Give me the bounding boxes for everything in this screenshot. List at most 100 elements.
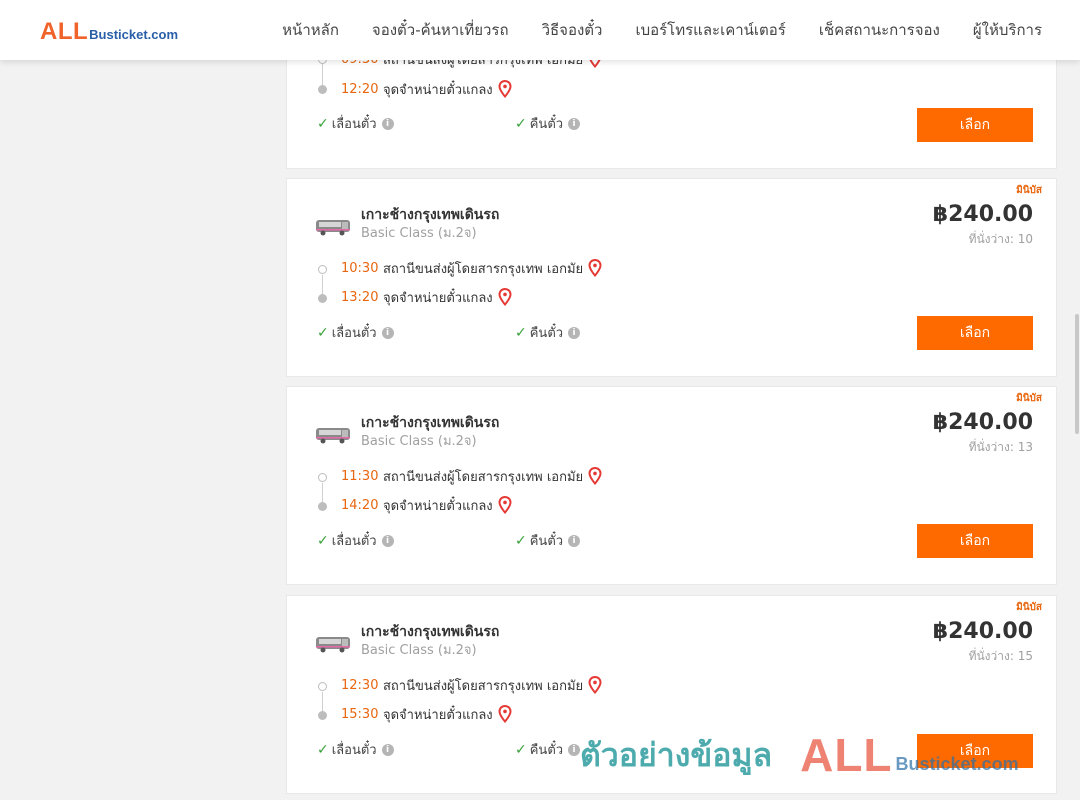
operator-name: เกาะช้างกรุงเทพเดินรถ <box>361 415 500 431</box>
map-pin-icon[interactable] <box>498 80 512 98</box>
feature-refund-ticket: ✓ คืนตั๋ว i <box>515 739 581 760</box>
price-block: ฿240.00 ที่นั่งว่าง: 10 <box>933 199 1033 247</box>
nav-item-booking-status[interactable]: เช็คสถานะการจอง <box>819 18 940 42</box>
departure-place: สถานีขนส่งผู้โดยสารกรุงเทพ เอกมัย <box>383 678 584 694</box>
arrival-dot <box>318 502 327 511</box>
arrival-time: 15:30 <box>341 706 379 722</box>
departure-time: 10:30 <box>341 260 379 276</box>
feature-label: คืนตั๋ว <box>529 326 564 341</box>
nav-item-search-trips[interactable]: จองตั๋ว-ค้นหาเที่ยวรถ <box>372 18 509 42</box>
price-block: ฿240.00 ที่นั่งว่าง: 15 <box>933 616 1033 664</box>
feature-refund-ticket: ✓ คืนตั๋ว i <box>515 113 581 134</box>
operator-name: เกาะช้างกรุงเทพเดินรถ <box>361 624 500 640</box>
feature-change-ticket: ✓ เลื่อนตั๋ว i <box>317 113 394 134</box>
select-trip-button[interactable]: เลือก <box>917 734 1033 768</box>
bus-operator-logo-icon <box>316 220 350 236</box>
departure-row: 12:30 สถานีขนส่งผู้โดยสารกรุงเทพ เอกมัย <box>341 675 602 695</box>
feature-label: เลื่อนตั๋ว <box>331 743 377 758</box>
nav-menu: หน้าหลัก จองตั๋ว-ค้นหาเที่ยวรถ วิธีจองตั… <box>282 0 1042 60</box>
info-icon[interactable]: i <box>381 117 394 130</box>
operator-block: เกาะช้างกรุงเทพเดินรถ Basic Class (ม.2จ) <box>315 413 499 451</box>
info-icon[interactable]: i <box>568 534 581 547</box>
service-class: Basic Class (ม.2จ) <box>361 226 477 241</box>
arrival-time: 13:20 <box>341 289 379 305</box>
ticket-price: ฿240.00 <box>932 202 1033 227</box>
map-pin-icon[interactable] <box>498 705 512 723</box>
top-navbar: ALL Busticket.com หน้าหลัก จองตั๋ว-ค้นหา… <box>0 0 1080 60</box>
arrival-dot <box>318 85 327 94</box>
check-icon: ✓ <box>317 532 329 549</box>
bus-operator-logo-icon <box>316 428 350 444</box>
check-icon: ✓ <box>317 741 329 758</box>
feature-change-ticket: ✓ เลื่อนตั๋ว i <box>317 530 394 551</box>
arrival-row: 12:20 จุดจำหน่ายตั๋วแกลง <box>341 79 512 99</box>
trip-card: มินิบัส เกาะช้างกรุงเทพเดินรถ Basic Clas… <box>286 178 1057 377</box>
check-icon: ✓ <box>317 115 329 132</box>
feature-label: คืนตั๋ว <box>529 534 564 549</box>
map-pin-icon[interactable] <box>498 496 512 514</box>
arrival-place: จุดจำหน่ายตั๋วแกลง <box>383 290 493 306</box>
service-class: Basic Class (ม.2จ) <box>361 434 477 449</box>
nav-item-how-to-book[interactable]: วิธีจองตั๋ว <box>542 18 603 42</box>
logo-domain-text: Busticket.com <box>89 27 179 42</box>
map-pin-icon[interactable] <box>588 259 602 277</box>
departure-dot <box>318 473 327 482</box>
select-trip-button[interactable]: เลือก <box>917 316 1033 350</box>
map-pin-icon[interactable] <box>498 288 512 306</box>
feature-refund-ticket: ✓ คืนตั๋ว i <box>515 322 581 343</box>
info-icon[interactable]: i <box>568 743 581 756</box>
arrival-time: 14:20 <box>341 497 379 513</box>
arrival-time: 12:20 <box>341 81 379 97</box>
check-icon: ✓ <box>515 115 527 132</box>
feature-label: เลื่อนตั๋ว <box>331 117 377 132</box>
select-trip-button[interactable]: เลือก <box>917 524 1033 558</box>
vehicle-type-badge: มินิบัส <box>1016 602 1042 613</box>
feature-refund-ticket: ✓ คืนตั๋ว i <box>515 530 581 551</box>
seats-available: ที่นั่งว่าง: 13 <box>968 440 1033 454</box>
nav-item-contacts[interactable]: เบอร์โทรและเคาน์เตอร์ <box>635 18 785 42</box>
feature-label: คืนตั๋ว <box>529 743 564 758</box>
map-pin-icon[interactable] <box>588 676 602 694</box>
info-icon[interactable]: i <box>568 117 581 130</box>
feature-label: คืนตั๋ว <box>529 117 564 132</box>
departure-dot <box>318 265 327 274</box>
arrival-dot <box>318 711 327 720</box>
vehicle-type-badge: มินิบัส <box>1016 393 1042 404</box>
check-icon: ✓ <box>515 741 527 758</box>
arrival-place: จุดจำหน่ายตั๋วแกลง <box>383 82 493 98</box>
feature-change-ticket: ✓ เลื่อนตั๋ว i <box>317 739 394 760</box>
seats-available: ที่นั่งว่าง: 10 <box>968 232 1033 246</box>
check-icon: ✓ <box>515 324 527 341</box>
select-trip-button[interactable]: เลือก <box>917 108 1033 142</box>
operator-block: เกาะช้างกรุงเทพเดินรถ Basic Class (ม.2จ) <box>315 205 499 243</box>
check-icon: ✓ <box>317 324 329 341</box>
seats-available: ที่นั่งว่าง: 15 <box>968 649 1033 663</box>
scrollbar-thumb[interactable] <box>1075 314 1079 434</box>
check-icon: ✓ <box>515 532 527 549</box>
operator-name: เกาะช้างกรุงเทพเดินรถ <box>361 207 500 223</box>
ticket-price: ฿240.00 <box>932 410 1033 435</box>
info-icon[interactable]: i <box>381 743 394 756</box>
info-icon[interactable]: i <box>381 326 394 339</box>
info-icon[interactable]: i <box>568 326 581 339</box>
logo-all-text: ALL <box>40 18 89 45</box>
bus-operator-logo-icon <box>316 637 350 653</box>
info-icon[interactable]: i <box>381 534 394 547</box>
feature-change-ticket: ✓ เลื่อนตั๋ว i <box>317 322 394 343</box>
site-logo[interactable]: ALL Busticket.com <box>40 18 178 46</box>
vehicle-type-badge: มินิบัส <box>1016 185 1042 196</box>
operator-block: เกาะช้างกรุงเทพเดินรถ Basic Class (ม.2จ) <box>315 622 499 660</box>
arrival-dot <box>318 294 327 303</box>
arrival-row: 14:20 จุดจำหน่ายตั๋วแกลง <box>341 495 512 515</box>
departure-time: 11:30 <box>341 468 379 484</box>
nav-item-home[interactable]: หน้าหลัก <box>282 18 339 42</box>
price-block: ฿240.00 ที่นั่งว่าง: 13 <box>933 407 1033 455</box>
departure-row: 11:30 สถานีขนส่งผู้โดยสารกรุงเทพ เอกมัย <box>341 466 602 486</box>
nav-item-operators[interactable]: ผู้ให้บริการ <box>973 18 1042 42</box>
departure-dot <box>318 682 327 691</box>
map-pin-icon[interactable] <box>588 467 602 485</box>
arrival-row: 13:20 จุดจำหน่ายตั๋วแกลง <box>341 287 512 307</box>
feature-label: เลื่อนตั๋ว <box>331 326 377 341</box>
departure-place: สถานีขนส่งผู้โดยสารกรุงเทพ เอกมัย <box>383 261 584 277</box>
service-class: Basic Class (ม.2จ) <box>361 643 477 658</box>
